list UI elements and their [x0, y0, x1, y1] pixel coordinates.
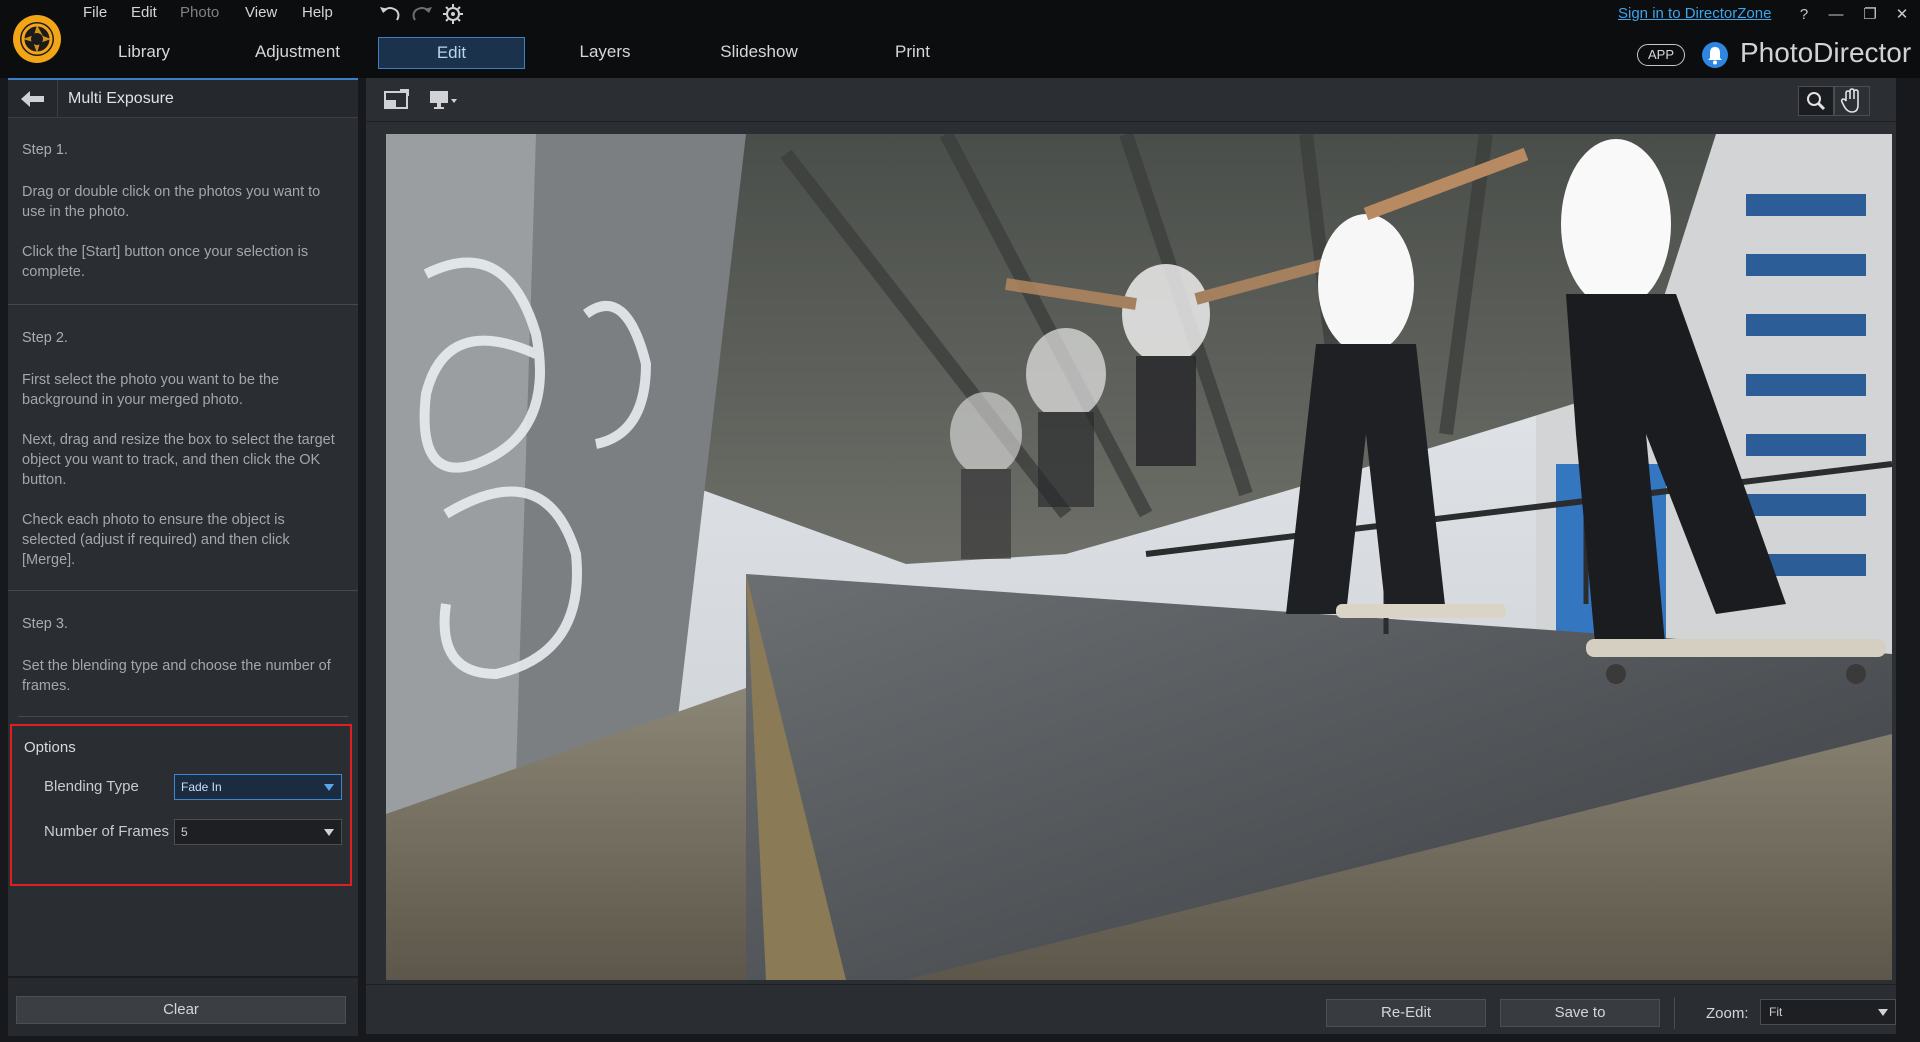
panel-header: Multi Exposure: [8, 80, 358, 118]
tab-library[interactable]: Library: [98, 37, 190, 69]
merged-multi-exposure-photo[interactable]: [386, 134, 1892, 980]
minimize-icon[interactable]: —: [1826, 5, 1846, 25]
magnifier-icon: [1807, 92, 1826, 111]
menu-view[interactable]: View: [245, 4, 277, 21]
number-of-frames-label: Number of Frames: [44, 823, 170, 840]
divider: [18, 716, 348, 717]
tab-layers[interactable]: Layers: [560, 37, 650, 69]
step1-instruction-2: Click the [Start] button once your selec…: [22, 244, 309, 280]
tab-print[interactable]: Print: [870, 37, 955, 69]
menu-photo[interactable]: Photo: [180, 4, 219, 21]
sign-in-link[interactable]: Sign in to DirectorZone: [1618, 5, 1771, 22]
undo-icon[interactable]: [378, 3, 402, 25]
restore-icon[interactable]: ❐: [1860, 5, 1880, 25]
viewer-toolbar: [366, 78, 1896, 122]
back-button[interactable]: [8, 80, 58, 118]
number-of-frames-value: 5: [181, 825, 188, 839]
viewer-bottom-bar: Re-Edit Save to Zoom: Fit: [366, 984, 1896, 1034]
chevron-down-icon: [324, 784, 334, 791]
multi-exposure-panel: Multi Exposure Step 1. Drag or double cl…: [8, 78, 358, 1036]
menu-edit[interactable]: Edit: [131, 4, 157, 21]
divider: [1674, 997, 1675, 1029]
brand-name: PhotoDirector: [1740, 37, 1912, 68]
options-label: Options: [24, 739, 76, 756]
step3-title: Step 3.: [22, 616, 68, 632]
blending-type-select[interactable]: Fade In: [174, 774, 342, 800]
top-bar: File Edit Photo View Help Library Adjust…: [0, 0, 1920, 78]
close-icon[interactable]: ✕: [1892, 5, 1912, 25]
step2-instruction-1: First select the photo you want to be th…: [22, 372, 280, 408]
step2-instruction-3: Check each photo to ensure the object is…: [22, 512, 290, 568]
step2-title: Step 2.: [22, 330, 68, 346]
notification-bell-icon[interactable]: [1701, 41, 1729, 69]
zoom-select[interactable]: Fit: [1760, 999, 1896, 1025]
panel-footer: Clear: [8, 976, 358, 1036]
compare-view-icon[interactable]: [382, 87, 412, 113]
blending-type-value: Fade In: [181, 780, 222, 794]
blending-type-label: Blending Type: [44, 778, 139, 795]
zoom-label: Zoom:: [1706, 1005, 1749, 1022]
redo-icon[interactable]: [410, 3, 434, 25]
zoom-value: Fit: [1769, 1005, 1783, 1019]
step1-instruction-1: Drag or double click on the photos you w…: [22, 184, 321, 220]
divider: [8, 590, 358, 591]
panel-title: Multi Exposure: [68, 90, 174, 107]
menu-help[interactable]: Help: [302, 4, 333, 21]
back-arrow-icon: [21, 91, 44, 107]
photo-viewer: Re-Edit Save to Zoom: Fit: [366, 78, 1896, 1034]
settings-gear-icon[interactable]: [441, 3, 465, 25]
save-to-button[interactable]: Save to: [1500, 999, 1660, 1027]
tab-adjustment[interactable]: Adjustment: [240, 37, 355, 69]
hand-pan-tool-icon[interactable]: [1834, 86, 1870, 116]
step1-title: Step 1.: [22, 142, 68, 158]
chevron-down-icon: [324, 829, 334, 836]
help-icon[interactable]: ?: [1794, 5, 1814, 25]
step2-instruction-2: Next, drag and resize the box to select …: [22, 432, 335, 488]
number-of-frames-select[interactable]: 5: [174, 819, 342, 845]
divider: [8, 304, 358, 305]
chevron-down-icon: [1878, 1009, 1888, 1016]
hand-icon: [1840, 88, 1859, 113]
options-section: Options Blending Type Fade In Number of …: [10, 724, 352, 886]
menu-file[interactable]: File: [83, 4, 107, 21]
step3-instruction: Set the blending type and choose the num…: [22, 658, 331, 694]
app-button[interactable]: APP: [1637, 44, 1685, 66]
photodirector-logo-icon[interactable]: [12, 14, 62, 64]
magnifier-tool-icon[interactable]: [1798, 86, 1834, 116]
display-monitor-icon[interactable]: [428, 87, 458, 113]
clear-button[interactable]: Clear: [16, 996, 346, 1024]
tab-slideshow[interactable]: Slideshow: [705, 37, 813, 69]
tab-edit[interactable]: Edit: [378, 37, 525, 69]
re-edit-button[interactable]: Re-Edit: [1326, 999, 1486, 1027]
